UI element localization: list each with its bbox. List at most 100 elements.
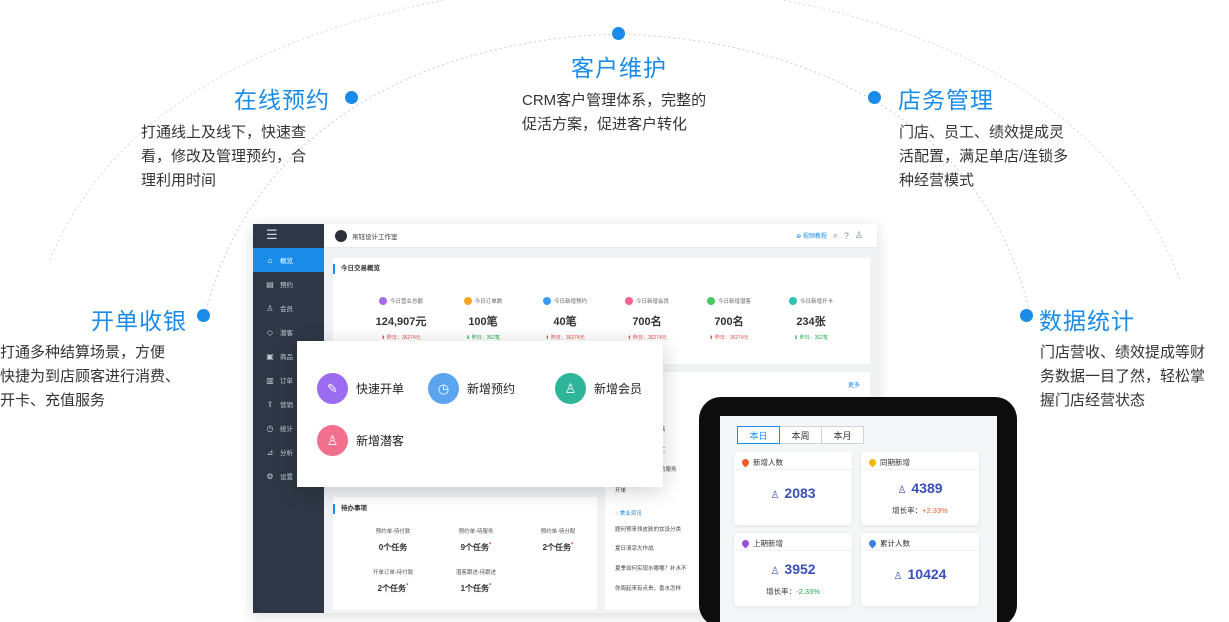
new-prospect-button[interactable]: ♙ 新增潜客 <box>317 425 404 456</box>
sidebar-item[interactable]: ▤ 预约 <box>253 272 324 296</box>
stat-value: 40笔 <box>553 316 577 328</box>
todo-value: 0个任务 <box>378 543 408 552</box>
sidebar-item[interactable]: ♙ 会员 <box>253 296 324 320</box>
sidebar-item-label: 统计 <box>280 426 293 433</box>
sidebar-icon: ▤ <box>266 279 274 289</box>
todo-item[interactable]: 预约单-待付款 0个任务 <box>358 527 428 553</box>
todo-card: 待办事项 预约单-待付款 0个任务 预约单-待服务 9个任务* 预约单-待分配 2个任务*… <box>333 497 597 610</box>
sidebar-item-label: 潜客 <box>280 330 293 337</box>
location-pin-icon <box>867 457 878 468</box>
stat-label: 今日新增会员 <box>635 299 669 305</box>
stat-yesterday: ⬆ 昨日：36274元 <box>381 335 421 341</box>
help-icon[interactable]: ? <box>844 231 849 241</box>
stat-label: 今日新增潜客 <box>717 299 751 305</box>
more-link[interactable]: 更多 <box>848 380 860 389</box>
new-member-button[interactable]: ♙ 新增会员 <box>555 373 642 404</box>
people-icon: ♙ <box>770 566 780 577</box>
todo-item[interactable]: 预约单-待服务 9个任务* <box>441 527 511 553</box>
sidebar-item[interactable]: ⌂ 概览 <box>253 248 324 272</box>
sidebar-icon: ♙ <box>266 303 274 313</box>
edit-icon: ✎ <box>317 373 348 404</box>
feature-title-customer-care: 客户维护 <box>571 55 667 81</box>
user-icon: ♙ <box>555 373 586 404</box>
video-tutorial-link[interactable]: ⊕ 视频教程 <box>796 231 827 240</box>
metric-card: 上期新增 ♙ 3952 增长率：-2.33% <box>734 533 852 606</box>
feature-desc-statistics: 门店营收、绩效提成等财 务数据一目了然，轻松掌 握门店经营状态 <box>1040 344 1206 409</box>
people-icon: ♙ <box>893 571 903 582</box>
stat-item: 今日新增潜客 700名 ⬆ 昨日：36274元 <box>689 297 769 341</box>
todo-label: 潜客跟进-待跟进 <box>455 570 497 576</box>
sidebar-item-label: 设置 <box>280 474 293 481</box>
stat-icon <box>378 297 387 305</box>
metric-growth: 增长率：-2.33% <box>766 587 820 596</box>
sidebar-item-label: 订单 <box>280 378 293 385</box>
stat-yesterday: ⬆ 昨日：36274元 <box>545 335 585 341</box>
metric-value: ♙ 2083 <box>770 485 816 501</box>
sidebar-icon: ⚙ <box>266 471 274 481</box>
sidebar-item-label: 商品 <box>280 354 293 361</box>
clock-icon: ◷ <box>428 373 459 404</box>
metric-title: 上期新增 <box>753 539 783 548</box>
feature-title-statistics: 数据统计 <box>1039 308 1135 334</box>
sidebar-item-label: 概览 <box>280 258 293 265</box>
metric-title: 累计人数 <box>880 539 910 548</box>
stat-yesterday: ⬇ 昨日：362笔 <box>794 335 828 341</box>
metric-value: ♙ 3952 <box>770 561 816 577</box>
quick-actions-panel: ✎ 快速开单 ◷ 新增预约 ♙ 新增会员 ♙ 新增潜客 <box>297 341 663 487</box>
stat-item: 今日新增会员 700名 ⬆ 昨日：36274元 <box>607 297 687 341</box>
sidebar-icon: ⊿ <box>266 447 274 457</box>
topbar: 帛钰设计工作室 ⊕ 视频教程 ⌕ ? ♙ <box>324 224 877 248</box>
stat-item: 今日新增预约 40笔 ⬆ 昨日：36274元 <box>525 297 605 341</box>
beauty-news-title: ◌ 美业资讯 <box>615 511 642 517</box>
stat-yesterday: ⬆ 昨日：36274元 <box>709 335 749 341</box>
menu-icon[interactable]: ☰ <box>253 224 324 248</box>
search-icon[interactable]: ⌕ <box>833 230 838 241</box>
sidebar-icon: ⌂ <box>267 255 273 265</box>
feature-dot <box>612 27 625 40</box>
feature-desc-checkout: 打通多种结算场景，方便 快捷为到店顾客进行消费、 开卡、充值服务 <box>0 344 181 409</box>
todo-item[interactable]: 开单订单-待付款 2个任务* <box>358 568 428 594</box>
stat-icon <box>788 297 797 305</box>
stat-label: 今日新增开卡 <box>799 299 833 305</box>
metric-title: 同期新增 <box>880 458 910 467</box>
news-item[interactable]: 题何预来领皮肤的饮设分类 <box>615 525 681 533</box>
stat-value: 700名 <box>632 316 662 328</box>
todo-value: 2个任务* <box>542 542 574 552</box>
todo-label: 预约单-待分配 <box>540 529 576 535</box>
user-icon[interactable]: ♙ <box>855 230 863 241</box>
sidebar-icon: ◇ <box>266 327 274 337</box>
feature-desc-store-management: 门店、员工、绩效提成灵 活配置，满足单店/连锁多 种经营模式 <box>899 124 1069 189</box>
feature-desc-customer-care: CRM客户管理体系，完整的 促活方案，促进客户转化 <box>522 92 707 133</box>
feature-title-store-management: 店务管理 <box>898 87 994 113</box>
stat-label: 今日营业总额 <box>389 299 423 305</box>
feature-dot <box>197 309 210 322</box>
new-booking-button[interactable]: ◷ 新增预约 <box>428 373 515 404</box>
tablet-screen: 本日 本周 本月 新增人数 ♙ 2083 同期新增 ♙ 4389 增长率：+2.33% 上期新增 ♙… <box>720 416 997 622</box>
location-pin-icon <box>740 457 751 468</box>
todo-label: 预约单-待付款 <box>375 529 411 535</box>
feature-title-checkout: 开单收银 <box>91 308 187 334</box>
quick-open-order-button[interactable]: ✎ 快速开单 <box>317 373 404 404</box>
user-icon: ♙ <box>317 425 348 456</box>
todo-value: 2个任务* <box>377 583 409 593</box>
tab-month[interactable]: 本月 <box>821 426 864 444</box>
tab-day[interactable]: 本日 <box>737 426 780 444</box>
stat-icon <box>542 297 551 305</box>
metric-card: 同期新增 ♙ 4389 增长率：+2.33% <box>861 452 979 525</box>
todo-item[interactable]: 潜客跟进-待跟进 1个任务* <box>441 568 511 594</box>
stat-item: 今日新增开卡 234张 ⬇ 昨日：362笔 <box>771 297 851 341</box>
tab-week[interactable]: 本周 <box>779 426 822 444</box>
news-item[interactable]: 你周起来有点贵，香水怎样 <box>615 584 681 592</box>
stat-label: 今日新增预约 <box>553 299 587 305</box>
news-item[interactable]: 夏日清凉大作战 <box>615 544 654 552</box>
news-item[interactable]: 夏季如何实现水嘟嘟？补水不 <box>615 564 687 572</box>
store-name: 帛钰设计工作室 <box>352 234 398 241</box>
metric-value: ♙ 10424 <box>893 566 947 582</box>
stat-value: 100笔 <box>468 316 498 328</box>
sidebar-item-label: 营销 <box>280 402 293 409</box>
stat-yesterday: ⬇ 昨日：362笔 <box>466 335 500 341</box>
todo-value: 9个任务* <box>460 542 492 552</box>
todo-item[interactable]: 预约单-待分配 2个任务* <box>523 527 593 553</box>
period-tabs: 本日 本周 本月 <box>737 426 864 444</box>
people-icon: ♙ <box>770 490 780 501</box>
